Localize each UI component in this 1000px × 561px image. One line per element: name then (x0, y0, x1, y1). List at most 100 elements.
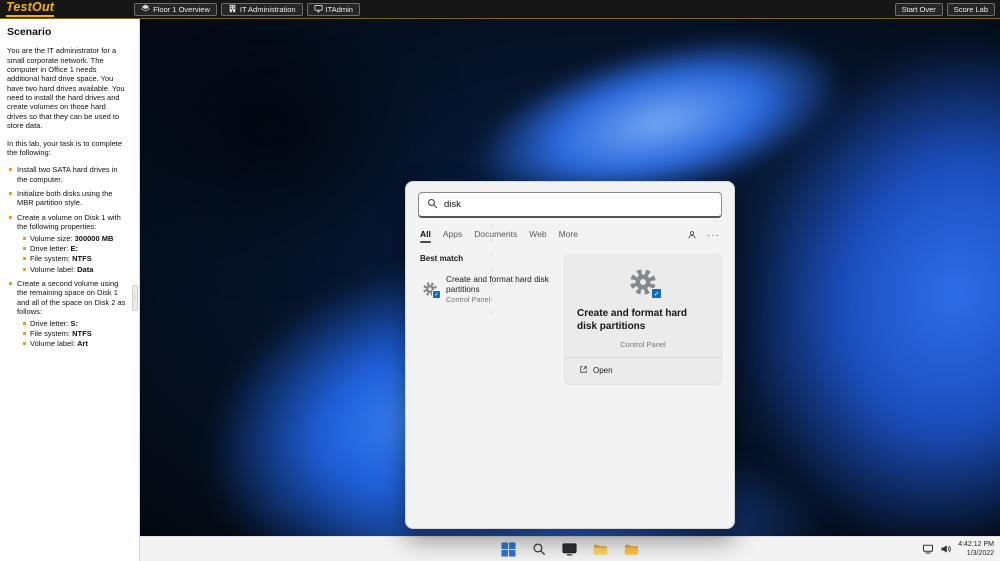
taskbar-center-icons (499, 540, 641, 559)
task-item: Create a second volume using the remaini… (9, 279, 127, 349)
task-value: NTFS (72, 254, 92, 264)
clock-date: 1/3/2022 (966, 550, 994, 557)
tab-web[interactable]: Web (529, 229, 546, 242)
layers-icon (141, 4, 151, 15)
tab-more[interactable]: More (559, 229, 578, 242)
task-sublist: Drive letter: S: File system: NTFS Volum… (17, 319, 127, 349)
task-text: Create a second volume using the remaini… (17, 279, 126, 317)
task-subitem: Volume label: Art (23, 339, 127, 348)
task-item: Install two SATA hard drives in the comp… (9, 165, 127, 184)
taskbar-search-button[interactable] (530, 540, 548, 558)
results-list-column: Best match Create and format hard disk p… (420, 254, 554, 385)
task-sublist: Volume size: 300000 MB Drive letter: E: … (17, 234, 127, 275)
monitor-icon (314, 4, 323, 15)
system-tray: 4:42:12 PM 1/3/2022 (922, 537, 994, 561)
scenario-sidebar: Scenario You are the IT administrator fo… (0, 19, 140, 561)
task-subitem: Volume label: Data (23, 265, 127, 274)
scenario-paragraph: You are the IT administrator for a small… (7, 46, 125, 131)
header-actions: Start Over Score Lab (894, 2, 995, 16)
tab-all[interactable]: All (420, 229, 431, 243)
disk-partitions-gear-icon (422, 281, 441, 299)
task-value: 300000 MB (74, 233, 114, 243)
task-value: S: (70, 318, 78, 328)
task-value: NTFS (72, 328, 92, 338)
task-subitem: Drive letter: S: (23, 319, 127, 328)
search-header-icons: ··· (687, 230, 720, 242)
search-filter-tabs: All Apps Documents Web More ··· (420, 229, 720, 243)
search-icon (427, 196, 438, 214)
task-subitem: File system: NTFS (23, 329, 127, 338)
best-match-result[interactable]: Create and format hard disk partitions C… (420, 271, 554, 307)
task-label: Drive letter: (30, 243, 69, 253)
disk-partitions-gear-icon-large (628, 267, 662, 299)
task-label: File system: (30, 254, 71, 264)
folder-icon (624, 544, 639, 560)
result-subtitle: Control Panel (446, 295, 491, 304)
start-over-button[interactable]: Start Over (894, 2, 943, 16)
task-text: Create a volume on Disk 1 with the follo… (17, 212, 121, 232)
open-label: Open (593, 366, 613, 375)
task-subitem: File system: NTFS (23, 254, 127, 263)
score-lab-button[interactable]: Score Lab (946, 2, 995, 16)
search-box[interactable] (418, 192, 722, 218)
task-label: Volume label: (30, 264, 76, 274)
testout-logo: TestOut (6, 1, 55, 17)
network-icon[interactable] (922, 543, 934, 555)
file-explorer-button[interactable] (591, 540, 610, 559)
start-button[interactable] (499, 540, 518, 559)
task-item: Create a volume on Disk 1 with the follo… (9, 213, 127, 274)
check-badge-icon (651, 288, 662, 299)
tab-documents[interactable]: Documents (474, 229, 517, 242)
taskbar-clock[interactable]: 4:42:12 PM 1/3/2022 (958, 540, 994, 559)
top-header-bar: TestOut Floor 1 Overview IT Administrati… (0, 0, 1000, 19)
taskbar: 4:42:12 PM 1/3/2022 (140, 536, 1000, 561)
volume-icon[interactable] (940, 543, 952, 555)
more-options-icon[interactable]: ··· (707, 230, 720, 241)
open-action[interactable]: Open (577, 358, 709, 376)
search-icon (532, 543, 546, 559)
account-icon[interactable] (687, 230, 697, 242)
task-value: E: (70, 243, 78, 253)
search-results: Best match Create and format hard disk p… (420, 254, 722, 385)
button-label: Score Lab (953, 4, 988, 14)
button-label: Start Over (901, 4, 936, 14)
check-badge-icon (432, 290, 441, 299)
task-label: File system: (30, 328, 71, 338)
task-text: Initialize both disks using the MBR part… (17, 189, 113, 208)
task-text: Install two SATA hard drives in the comp… (17, 165, 118, 184)
header-nav: Floor 1 Overview IT Administration ITAdm… (134, 2, 360, 16)
preview-type-label: Control Panel (620, 340, 666, 349)
app-monitor-button[interactable] (560, 540, 579, 559)
folder-icon (593, 544, 608, 560)
task-subitem: Drive letter: E: (23, 244, 127, 253)
dark-monitor-icon (562, 542, 577, 560)
nav-itadmin-button[interactable]: ITAdmin (306, 2, 360, 16)
scenario-task-intro: In this lab, your task is to complete th… (7, 138, 123, 157)
open-icon (579, 365, 588, 376)
clock-time: 4:42:12 PM (958, 540, 994, 548)
folder-app-button[interactable] (622, 540, 641, 559)
windows-logo-icon (501, 541, 516, 560)
task-label: Drive letter: (30, 318, 69, 328)
nav-label: Floor 1 Overview (153, 4, 210, 14)
preview-icon-area (577, 267, 709, 299)
nav-label: IT Administration (239, 4, 296, 14)
building-icon (228, 4, 237, 15)
nav-label: ITAdmin (325, 4, 353, 14)
result-preview-card: Create and format hard disk partitions C… (564, 254, 722, 385)
scenario-title: Scenario (7, 26, 52, 38)
task-subitem: Volume size: 300000 MB (23, 234, 127, 243)
task-label: Volume label: (30, 339, 76, 349)
windows-search-panel: All Apps Documents Web More ··· Best mat… (405, 181, 735, 529)
task-label: Volume size: (30, 233, 73, 243)
task-value: Data (77, 264, 94, 274)
best-match-heading: Best match (420, 254, 464, 263)
nav-it-administration-button[interactable]: IT Administration (220, 2, 303, 16)
sidebar-scrollbar-handle[interactable] (132, 285, 138, 311)
wallpaper-shape (140, 19, 440, 269)
tab-apps[interactable]: Apps (443, 229, 462, 242)
preview-title: Create and format hard disk partitions (577, 308, 688, 332)
search-input[interactable] (444, 199, 713, 210)
task-item: Initialize both disks using the MBR part… (9, 189, 127, 208)
nav-floor1-overview-button[interactable]: Floor 1 Overview (134, 2, 217, 16)
